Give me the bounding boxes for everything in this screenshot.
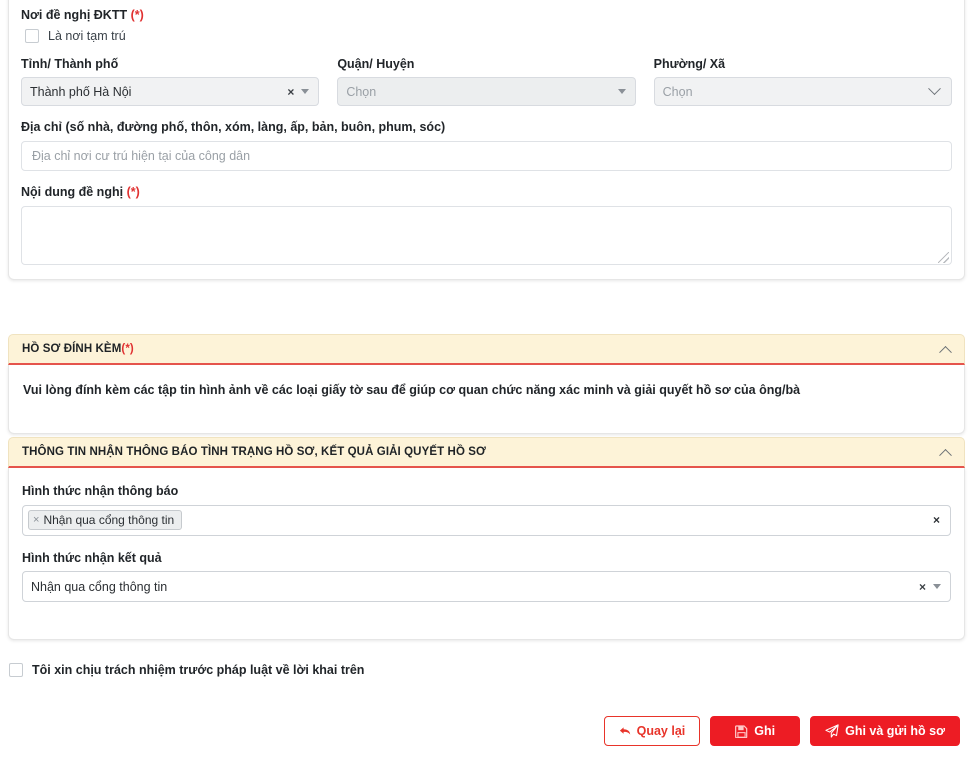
submit-button-label: Ghi và gửi hồ sơ — [845, 724, 945, 738]
notify-method-tag[interactable]: × Nhận qua cổng thông tin — [28, 510, 182, 530]
address-label: Địa chỉ (số nhà, đường phố, thôn, xóm, l… — [21, 120, 952, 136]
attachments-section-header[interactable]: HỒ SƠ ĐÍNH KÈM(*) — [8, 334, 965, 365]
residence-required-mark: (*) — [131, 8, 144, 22]
caret-down-icon[interactable] — [618, 89, 626, 94]
province-value: Thành phố Hà Nội — [30, 85, 285, 99]
back-button[interactable]: Quay lại — [604, 716, 701, 746]
district-field: Quận/ Huyện Chọn — [337, 57, 635, 107]
notification-section-body: Hình thức nhận thông báo × Nhận qua cổng… — [8, 468, 965, 640]
arrow-left-icon — [619, 726, 631, 737]
ward-label: Phường/ Xã — [654, 57, 952, 73]
tag-remove-icon[interactable]: × — [33, 514, 39, 527]
save-button[interactable]: Ghi — [710, 716, 800, 746]
action-buttons: Quay lại Ghi Ghi và gửi hồ sơ — [604, 716, 960, 746]
save-button-label: Ghi — [754, 724, 775, 738]
registration-form-page: Nơi đề nghị ĐKTT (*) Là nơi tạm trú Tỉnh… — [0, 0, 973, 772]
chevron-down-icon[interactable] — [928, 83, 941, 96]
notify-method-label: Hình thức nhận thông báo — [22, 484, 951, 500]
request-content-field: Nội dung đề nghị (*) — [21, 185, 952, 265]
notification-section-header[interactable]: THÔNG TIN NHẬN THÔNG BÁO TÌNH TRẠNG HỒ S… — [8, 437, 965, 468]
temp-residence-checkbox-label: Là nơi tạm trú — [48, 29, 126, 43]
province-clear-icon[interactable]: × — [285, 86, 299, 98]
temp-residence-checkbox[interactable] — [25, 29, 39, 43]
result-method-select[interactable]: Nhận qua cổng thông tin × — [22, 571, 951, 602]
notify-method-clear-icon[interactable]: × — [933, 513, 942, 527]
residence-section-label-text: Nơi đề nghị ĐKTT — [21, 8, 127, 22]
result-method-field: Hình thức nhận kết quả Nhận qua cổng thô… — [22, 551, 951, 603]
district-select[interactable]: Chọn — [337, 77, 635, 106]
attachments-required-mark: (*) — [121, 343, 133, 355]
location-selects-row: Tỉnh/ Thành phố Thành phố Hà Nội × Quận/… — [21, 57, 952, 107]
attachments-section-title: HỒ SƠ ĐÍNH KÈM(*) — [22, 343, 134, 355]
district-placeholder: Chọn — [346, 85, 615, 99]
caret-down-icon[interactable] — [933, 584, 941, 589]
attachments-note: Vui lòng đính kèm các tập tin hình ảnh v… — [9, 365, 964, 397]
caret-down-icon[interactable] — [301, 89, 309, 94]
ward-select[interactable]: Chọn — [654, 77, 952, 106]
notify-method-tag-label: Nhận qua cổng thông tin — [43, 513, 174, 527]
province-label: Tỉnh/ Thành phố — [21, 57, 319, 73]
declaration-checkbox[interactable] — [9, 663, 23, 677]
notification-section: THÔNG TIN NHẬN THÔNG BÁO TÌNH TRẠNG HỒ S… — [8, 437, 965, 640]
result-method-label: Hình thức nhận kết quả — [22, 551, 951, 567]
request-content-textarea[interactable] — [21, 206, 952, 265]
notify-method-multiselect[interactable]: × Nhận qua cổng thông tin × — [22, 505, 951, 536]
notification-section-title: THÔNG TIN NHẬN THÔNG BÁO TÌNH TRẠNG HỒ S… — [22, 446, 486, 458]
attachments-section-body: Vui lòng đính kèm các tập tin hình ảnh v… — [8, 365, 965, 434]
result-method-clear-icon[interactable]: × — [917, 581, 931, 593]
ward-placeholder: Chọn — [663, 85, 930, 99]
province-select[interactable]: Thành phố Hà Nội × — [21, 77, 319, 106]
chevron-up-icon[interactable] — [939, 345, 952, 358]
request-content-label: Nội dung đề nghị (*) — [21, 185, 952, 201]
attachments-section-title-text: HỒ SƠ ĐÍNH KÈM — [22, 343, 121, 355]
declaration-checkbox-label: Tôi xin chịu trách nhiệm trước pháp luật… — [32, 663, 364, 677]
request-content-label-text: Nội dung đề nghị — [21, 185, 123, 199]
chevron-up-icon[interactable] — [939, 448, 952, 461]
save-icon — [735, 725, 748, 738]
resize-grip-icon[interactable] — [938, 252, 949, 263]
back-button-label: Quay lại — [637, 724, 686, 738]
submit-button[interactable]: Ghi và gửi hồ sơ — [810, 716, 960, 746]
request-content-required-mark: (*) — [127, 185, 140, 199]
declaration-checkbox-row[interactable]: Tôi xin chịu trách nhiệm trước pháp luật… — [9, 663, 364, 677]
temp-residence-checkbox-row[interactable]: Là nơi tạm trú — [25, 29, 952, 43]
attachments-section: HỒ SƠ ĐÍNH KÈM(*) Vui lòng đính kèm các … — [8, 334, 965, 434]
residence-panel: Nơi đề nghị ĐKTT (*) Là nơi tạm trú Tỉnh… — [8, 0, 965, 280]
residence-section-label: Nơi đề nghị ĐKTT (*) — [21, 8, 952, 24]
send-icon — [825, 724, 839, 738]
province-field: Tỉnh/ Thành phố Thành phố Hà Nội × — [21, 57, 319, 107]
ward-field: Phường/ Xã Chọn — [654, 57, 952, 107]
address-field: Địa chỉ (số nhà, đường phố, thôn, xóm, l… — [21, 120, 952, 171]
result-method-value: Nhận qua cổng thông tin — [31, 580, 917, 594]
notify-method-field: Hình thức nhận thông báo × Nhận qua cổng… — [22, 484, 951, 536]
address-input[interactable]: Địa chỉ nơi cư trú hiện tại của công dân — [21, 141, 952, 171]
address-placeholder: Địa chỉ nơi cư trú hiện tại của công dân — [32, 149, 250, 163]
district-label: Quận/ Huyện — [337, 57, 635, 73]
